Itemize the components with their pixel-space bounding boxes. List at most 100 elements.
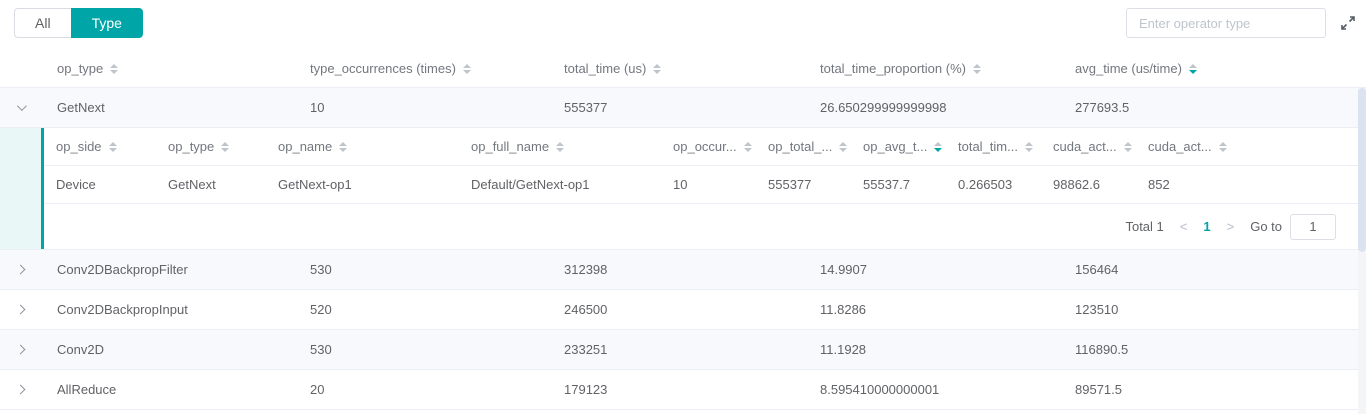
cell-op-type: GetNext: [40, 100, 293, 115]
sort-icon[interactable]: [839, 142, 847, 152]
col-op-occurrences-label: op_occur...: [673, 139, 737, 154]
pagination-total: Total 1: [1125, 219, 1163, 234]
table-row-conv2d[interactable]: Conv2D 530 233251 11.1928 116890.5: [0, 330, 1366, 370]
cell-op-type: Conv2DBackpropFilter: [40, 262, 293, 277]
table-scrollbar-thumb[interactable]: [1358, 88, 1366, 252]
col-op-avg-time-label: op_avg_t...: [863, 139, 927, 154]
col-total-time-prop2: total_tim...: [946, 139, 1041, 154]
col-op-side-label: op_side: [56, 139, 102, 154]
pagination-goto: Go to: [1250, 214, 1336, 240]
sort-icon[interactable]: [973, 64, 981, 74]
cell-total-time-proportion: 11.1928: [803, 342, 1058, 357]
pagination-page-1[interactable]: 1: [1203, 219, 1210, 234]
col-avg-time-label: avg_time (us/time): [1075, 61, 1182, 76]
cell-total-time-proportion: 26.650299999999998: [803, 100, 1058, 115]
cell-avg-time: 89571.5: [1058, 382, 1366, 397]
pagination-prev-button[interactable]: <: [1180, 219, 1188, 234]
cell-total-time-proportion: 11.8286: [803, 302, 1058, 317]
pagination-goto-label: Go to: [1250, 219, 1282, 234]
cell-type-occurrences: 20: [293, 382, 547, 397]
sort-icon[interactable]: [653, 64, 661, 74]
col-op-type-label: op_type: [57, 61, 103, 76]
detail-table-header: op_side op_type op_name op_full_name op_…: [44, 128, 1366, 166]
pagination-goto-input[interactable]: [1290, 214, 1336, 240]
cell-total-time: 312398: [547, 262, 803, 277]
sort-icon[interactable]: [934, 142, 942, 152]
expand-row-icon[interactable]: [0, 250, 40, 289]
col-op-occurrences: op_occur...: [661, 139, 756, 154]
cell-op-type: GetNext: [156, 177, 266, 192]
table-scrollbar-track[interactable]: [1358, 88, 1366, 414]
sort-icon[interactable]: [1124, 142, 1132, 152]
col-op-full-name-label: op_full_name: [471, 139, 549, 154]
collapse-row-icon[interactable]: [0, 88, 40, 127]
cell-total-time: 233251: [547, 342, 803, 357]
cell-total-time-proportion: 14.9907: [803, 262, 1058, 277]
cell-avg-time: 123510: [1058, 302, 1366, 317]
col-total-time-label: total_time (us): [564, 61, 646, 76]
cell-avg-time: 277693.5: [1058, 100, 1366, 115]
col-total-time-prop2-label: total_tim...: [958, 139, 1018, 154]
cell-type-occurrences: 520: [293, 302, 547, 317]
col-op-total-time: op_total_...: [756, 139, 851, 154]
cell-total-time: 246500: [547, 302, 803, 317]
sort-icon[interactable]: [1189, 64, 1197, 74]
table-row-conv2dbackpropfilter[interactable]: Conv2DBackpropFilter 530 312398 14.9907 …: [0, 250, 1366, 290]
sort-icon[interactable]: [339, 142, 347, 152]
toolbar-right: [1126, 8, 1356, 38]
cell-cuda-activity-1: 98862.6: [1041, 177, 1136, 192]
expand-row-icon[interactable]: [0, 330, 40, 369]
sort-icon[interactable]: [221, 142, 229, 152]
cell-op-total-time: 555377: [756, 177, 851, 192]
expand-row-icon[interactable]: [0, 290, 40, 329]
cell-type-occurrences: 530: [293, 342, 547, 357]
operator-type-search-input[interactable]: [1126, 8, 1326, 38]
col-cuda-activity-1-label: cuda_act...: [1053, 139, 1117, 154]
col-type-occurrences-label: type_occurrences (times): [310, 61, 456, 76]
table-row-conv2dbackpropinput[interactable]: Conv2DBackpropInput 520 246500 11.8286 1…: [0, 290, 1366, 330]
table-row-allreduce[interactable]: AllReduce 20 179123 8.595410000000001 89…: [0, 370, 1366, 410]
col-op-full-name: op_full_name: [459, 139, 661, 154]
cell-total-time: 179123: [547, 382, 803, 397]
col-cuda-activity-2: cuda_act...: [1136, 139, 1366, 154]
detail-table-row[interactable]: Device GetNext GetNext-op1 Default/GetNe…: [44, 166, 1366, 204]
col-op-name-label: op_name: [278, 139, 332, 154]
cell-total-time-proportion: 8.595410000000001: [803, 382, 1058, 397]
cell-total-time: 555377: [547, 100, 803, 115]
sort-icon[interactable]: [110, 64, 118, 74]
sort-icon[interactable]: [463, 64, 471, 74]
cell-type-occurrences: 530: [293, 262, 547, 277]
col-op-side: op_side: [44, 139, 156, 154]
sort-icon[interactable]: [1219, 142, 1227, 152]
sort-icon[interactable]: [109, 142, 117, 152]
scope-button-group: All Type: [14, 8, 143, 38]
main-table-header: op_type type_occurrences (times) total_t…: [0, 50, 1366, 88]
toolbar: All Type: [0, 0, 1366, 50]
fullscreen-expand-icon[interactable]: [1340, 15, 1356, 31]
operator-type-panel: All Type op_type type_occurrences (times…: [0, 0, 1366, 414]
expand-row-icon[interactable]: [0, 370, 40, 409]
sort-icon[interactable]: [744, 142, 752, 152]
type-tab-button[interactable]: Type: [71, 8, 143, 38]
cell-op-side: Device: [44, 177, 156, 192]
col-op-type: op_type: [40, 61, 293, 76]
col-total-time: total_time (us): [547, 61, 803, 76]
all-tab-button[interactable]: All: [14, 8, 71, 38]
cell-op-type: Conv2DBackpropInput: [40, 302, 293, 317]
pagination-next-button[interactable]: >: [1227, 219, 1235, 234]
table-row-getnext[interactable]: GetNext 10 555377 26.650299999999998 277…: [0, 88, 1366, 128]
cell-op-name: GetNext-op1: [266, 177, 459, 192]
cell-op-avg-time: 55537.7: [851, 177, 946, 192]
cell-avg-time: 156464: [1058, 262, 1366, 277]
cell-avg-time: 116890.5: [1058, 342, 1366, 357]
col-cuda-activity-1: cuda_act...: [1041, 139, 1136, 154]
cell-op-type: Conv2D: [40, 342, 293, 357]
sort-icon[interactable]: [556, 142, 564, 152]
cell-cuda-activity-2: 852: [1136, 177, 1366, 192]
col-avg-time: avg_time (us/time): [1058, 61, 1366, 76]
cell-total-time-proportion: 0.266503: [946, 177, 1041, 192]
sort-icon[interactable]: [1025, 142, 1033, 152]
expand-gutter: [0, 128, 41, 249]
col-cuda-activity-2-label: cuda_act...: [1148, 139, 1212, 154]
detail-pagination: Total 1 < 1 > Go to: [44, 204, 1366, 249]
